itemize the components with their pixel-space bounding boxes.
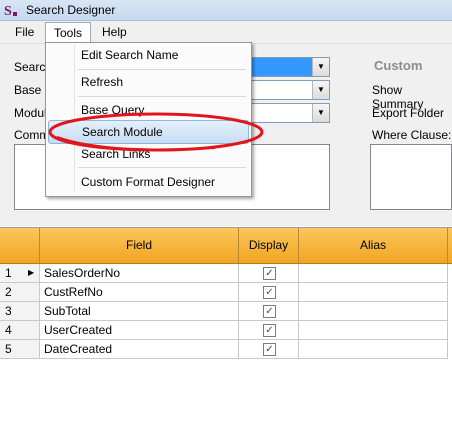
svg-text:S: S: [4, 4, 12, 18]
chevron-down-icon[interactable]: ▼: [312, 104, 329, 122]
alias-cell[interactable]: [299, 340, 448, 359]
field-name: UserCreated: [44, 323, 113, 337]
menu-item-custom-format-designer[interactable]: Custom Format Designer: [48, 171, 247, 193]
menu-item-edit-search-name[interactable]: Edit Search Name: [48, 44, 247, 66]
menu-item-refresh[interactable]: Refresh: [48, 71, 247, 93]
alias-cell[interactable]: [299, 321, 448, 340]
export-folder-label: Export Folder: [372, 106, 445, 120]
row-number: 5: [5, 342, 12, 356]
menu-separator: [78, 167, 246, 168]
row-number: 4: [5, 323, 12, 337]
field-name: CustRefNo: [44, 285, 103, 299]
where-clause-label: Where Clause:: [372, 128, 452, 142]
display-checkbox[interactable]: ✓: [263, 286, 276, 299]
fields-grid: Field Display Alias 1 ▶ SalesOrderNo ✓ 2…: [0, 227, 452, 421]
field-name: SalesOrderNo: [44, 266, 121, 280]
where-clause-field[interactable]: [370, 144, 452, 210]
chevron-down-icon[interactable]: ▼: [312, 81, 329, 99]
window-title: Search Designer: [26, 3, 116, 17]
field-name: DateCreated: [44, 342, 113, 356]
alias-cell[interactable]: [299, 283, 448, 302]
row-number: 2: [5, 285, 12, 299]
custom-heading: Custom: [374, 58, 423, 73]
menu-separator: [78, 69, 246, 70]
menu-help[interactable]: Help: [102, 25, 127, 39]
row-number: 1: [5, 266, 12, 280]
header-rownum: [0, 228, 40, 263]
chevron-down-icon[interactable]: ▼: [312, 58, 329, 76]
column-header-field[interactable]: Field: [40, 228, 239, 263]
menu-separator: [78, 96, 246, 97]
row-pointer-icon: ▶: [28, 268, 35, 277]
label-module: Modul: [14, 106, 47, 120]
app-icon: S: [4, 4, 17, 18]
column-header-alias[interactable]: Alias: [299, 228, 448, 263]
alias-cell[interactable]: [299, 302, 448, 321]
search-combo[interactable]: ▼: [248, 57, 330, 77]
menu-file[interactable]: File: [15, 25, 34, 39]
display-checkbox[interactable]: ✓: [263, 305, 276, 318]
display-checkbox[interactable]: ✓: [263, 267, 276, 280]
display-checkbox[interactable]: ✓: [263, 324, 276, 337]
display-checkbox[interactable]: ✓: [263, 343, 276, 356]
row-number: 3: [5, 304, 12, 318]
grid-header: Field Display Alias: [0, 228, 452, 264]
base-query-combo[interactable]: ▼: [248, 80, 330, 100]
menu-tools[interactable]: Tools: [45, 22, 92, 43]
column-header-display[interactable]: Display: [239, 228, 299, 263]
annotation-ellipse: [48, 112, 264, 152]
menu-bar: File Tools Help: [0, 21, 452, 44]
alias-cell[interactable]: [299, 264, 448, 283]
field-name: SubTotal: [44, 304, 91, 318]
title-bar: S Search Designer: [0, 0, 452, 21]
